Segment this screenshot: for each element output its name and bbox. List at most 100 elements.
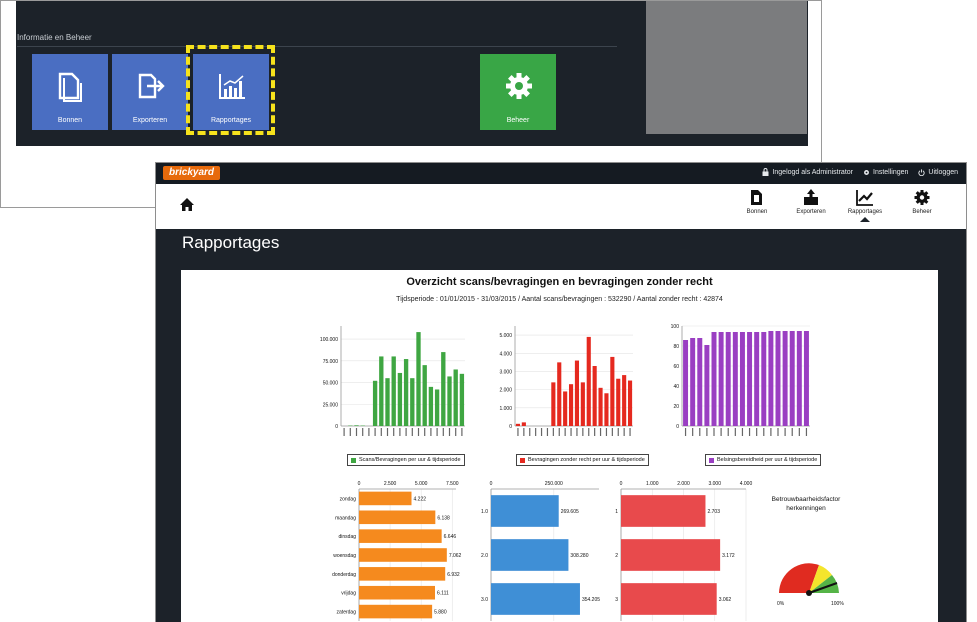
- bar: [592, 366, 597, 426]
- data-label: 354.205: [582, 597, 600, 603]
- tile-exporteren[interactable]: Exporteren: [112, 54, 188, 130]
- bar: [359, 529, 442, 543]
- bar: [690, 338, 696, 426]
- data-label: 4.222: [414, 496, 427, 502]
- report-subtitle: Tijdsperiode : 01/01/2015 - 31/03/2015 /…: [396, 296, 723, 303]
- x-tick-label: 0: [358, 481, 361, 487]
- reliability-gauge: 0% 100%: [777, 563, 844, 607]
- top-links: Ingelogd als Administrator Instellingen …: [762, 168, 958, 176]
- grey-placeholder: [646, 1, 807, 134]
- chart-belsingsbereidheid: 0 20 40 60 80 100: [671, 324, 810, 436]
- category-label: donderdag: [332, 572, 356, 578]
- legend-label: Bevragingen zonder recht per uur & tijds…: [528, 457, 645, 463]
- front-window: brickyard Ingelogd als Administrator Ins…: [155, 162, 967, 622]
- gauge-title: Betrouwbaarheidsfactor herkenningen: [771, 496, 841, 512]
- bar: [621, 539, 721, 571]
- category-label: zaterdag: [337, 610, 357, 616]
- bar: [604, 393, 609, 426]
- y-tick-label: 20: [673, 404, 679, 410]
- nav-label: Beheer: [912, 209, 932, 215]
- y-tick-label: 100: [671, 324, 680, 330]
- bar: [491, 583, 580, 615]
- legend-label: Scans/Bevragingen per uur & tijdsperiode: [359, 457, 461, 463]
- gauge-max-label: 100%: [831, 601, 844, 607]
- bar: [683, 340, 689, 426]
- bar: [385, 378, 390, 426]
- bar: [732, 332, 738, 426]
- settings-link[interactable]: Instellingen: [863, 168, 908, 176]
- legend-swatch: [351, 457, 356, 463]
- x-tick-label: 250.000: [545, 481, 563, 487]
- section-divider: [17, 46, 617, 47]
- tile-label: Exporteren: [132, 117, 168, 124]
- bar: [410, 378, 415, 426]
- x-tick-label: 5.000: [415, 481, 428, 487]
- brickyard-logo[interactable]: brickyard: [163, 166, 221, 180]
- y-tick-label: 1.000: [499, 406, 512, 412]
- x-tick-label: 7.500: [446, 481, 459, 487]
- bar: [768, 331, 774, 426]
- category-label: dinsdag: [338, 534, 356, 540]
- nav-rapportages[interactable]: Rapportages: [842, 189, 888, 222]
- y-tick-label: 3.000: [499, 369, 512, 375]
- bar: [403, 359, 409, 426]
- x-tick-label: 2.500: [384, 481, 397, 487]
- tile-beheer[interactable]: Beheer: [480, 54, 556, 130]
- gear-icon: [864, 169, 869, 175]
- bar: [621, 583, 717, 615]
- chart-no-rights-per-hour: 0 1.000 2.000 3.000 4.000 5.000: [499, 326, 633, 436]
- data-label: 6.932: [447, 572, 460, 578]
- bar: [697, 338, 703, 426]
- y-tick-label: 75.000: [323, 359, 339, 365]
- bar: [491, 539, 569, 571]
- category-label: 1.0: [481, 509, 488, 515]
- bar: [711, 332, 717, 426]
- bar: [574, 360, 580, 426]
- nav-exporteren[interactable]: Exporteren: [788, 189, 834, 215]
- y-tick-label: 100.000: [320, 337, 338, 343]
- category-label: 2.0: [481, 553, 488, 559]
- bar: [718, 332, 724, 426]
- category-label: maandag: [335, 515, 356, 521]
- bar: [359, 567, 446, 581]
- bar: [397, 372, 403, 426]
- category-label: woensdag: [333, 553, 356, 559]
- logout-link[interactable]: Uitloggen: [918, 168, 958, 176]
- document-icon: [58, 72, 82, 102]
- category-label: vrijdag: [341, 591, 356, 597]
- top-bar: brickyard Ingelogd als Administrator Ins…: [156, 163, 966, 184]
- bar: [359, 548, 447, 562]
- chart-per-lane: 0 1.000 2.000 3.000 4.000 1 2.703 2 3.172 3 3.062: [615, 481, 752, 621]
- category-label: 2: [615, 553, 618, 559]
- y-tick-label: 25.000: [323, 402, 339, 408]
- bar: [761, 332, 767, 426]
- bar: [789, 331, 795, 426]
- gear-icon: [506, 73, 532, 99]
- y-tick-label: 0: [676, 424, 679, 430]
- bar: [739, 332, 745, 426]
- nav-beheer[interactable]: Beheer: [899, 189, 945, 215]
- data-label: 3.062: [719, 597, 732, 603]
- bar: [563, 391, 568, 426]
- upload-icon: [804, 189, 818, 205]
- bar: [447, 376, 452, 426]
- lock-icon: [762, 168, 769, 176]
- bar: [586, 336, 591, 426]
- data-label: 5.880: [434, 610, 447, 616]
- y-tick-label: 0: [335, 424, 338, 430]
- bar: [796, 331, 802, 426]
- bar: [622, 375, 627, 426]
- chart-scans-per-hour: 0 25.000 50.000 75.000 100.000: [320, 326, 465, 436]
- x-tick-label: 0: [490, 481, 493, 487]
- tile-bonnen[interactable]: Bonnen: [32, 54, 108, 130]
- legend-scans: Scans/Bevragingen per uur & tijdsperiode: [347, 454, 465, 466]
- home-icon[interactable]: [180, 198, 194, 211]
- x-tick-label: 1.000: [646, 481, 659, 487]
- bar: [354, 425, 359, 426]
- data-label: 2.703: [707, 509, 720, 515]
- bar: [434, 389, 440, 426]
- bar: [422, 365, 427, 426]
- bar: [616, 378, 621, 426]
- nav-bonnen[interactable]: Bonnen: [734, 189, 780, 215]
- chart-per-group: 0 250.000 1.0 269.605 2.0 308.280 3.0 354.205: [481, 481, 600, 621]
